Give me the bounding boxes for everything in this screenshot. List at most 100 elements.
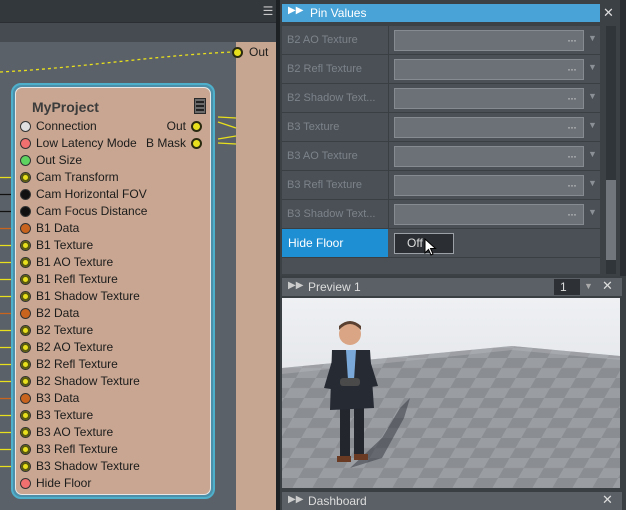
pin-label: B2 Texture [36, 323, 94, 337]
pin-label: B1 Texture [36, 238, 94, 252]
collapse-arrows-icon[interactable]: ▶▶ [288, 494, 303, 505]
output-pin[interactable]: B Mask [146, 135, 202, 152]
input-pin[interactable]: Cam Horizontal FOV [20, 186, 200, 203]
scrollbar-thumb[interactable] [606, 180, 616, 260]
pin-dot-icon[interactable] [191, 138, 202, 149]
pin-row-label: B2 AO Texture [287, 34, 358, 46]
connection-wire [217, 142, 237, 145]
input-pin[interactable]: B1 Texture [20, 237, 200, 254]
pin-dot-icon[interactable] [20, 461, 31, 472]
input-pin[interactable]: B3 Refl Texture [20, 441, 200, 458]
close-icon[interactable]: ✕ [603, 5, 614, 21]
texture-field[interactable]: ··· [394, 117, 584, 138]
pin-label: B1 AO Texture [36, 255, 114, 269]
pin-dot-icon[interactable] [20, 121, 31, 132]
pin-dot-icon[interactable] [20, 206, 31, 217]
input-pin[interactable]: B2 Texture [20, 322, 200, 339]
out-port-label: Out [249, 45, 269, 59]
pin-dot-icon[interactable] [20, 444, 31, 455]
input-pin[interactable]: B3 Texture [20, 407, 200, 424]
browse-icon[interactable]: ··· [567, 62, 577, 76]
pin-row-label[interactable]: Hide Floor [282, 229, 388, 257]
panel-edge [620, 0, 626, 276]
browse-icon[interactable]: ··· [567, 149, 577, 163]
texture-field[interactable]: ··· [394, 146, 584, 167]
pin-dot-icon[interactable] [20, 359, 31, 370]
texture-field[interactable]: ··· [394, 30, 584, 51]
close-icon[interactable]: ✕ [602, 278, 613, 294]
collapse-arrows-icon[interactable]: ▶▶ [288, 280, 303, 291]
close-icon[interactable]: ✕ [602, 492, 613, 508]
chevron-down-icon[interactable]: ▼ [584, 281, 593, 291]
texture-field[interactable]: ··· [394, 88, 584, 109]
input-pin[interactable]: B3 AO Texture [20, 424, 200, 441]
pin-value-row: B2 Shadow Text... ··· ▼ [282, 84, 600, 113]
browse-icon[interactable]: ··· [567, 33, 577, 47]
input-pin[interactable]: B3 Shadow Texture [20, 458, 200, 475]
pin-dot-icon[interactable] [20, 189, 31, 200]
browse-icon[interactable]: ··· [567, 207, 577, 221]
input-pin[interactable]: B1 Data [20, 220, 200, 237]
column-divider [388, 142, 389, 171]
input-pin[interactable]: B2 Refl Texture [20, 356, 200, 373]
input-pin[interactable]: B2 AO Texture [20, 339, 200, 356]
pin-label: B3 Data [36, 391, 80, 405]
chevron-down-icon[interactable]: ▼ [588, 91, 597, 101]
pin-dot-icon[interactable] [20, 155, 31, 166]
preview-viewport[interactable] [282, 298, 620, 488]
chevron-down-icon[interactable]: ▼ [588, 120, 597, 130]
node-graph-canvas[interactable]: ☰ Out MyProject Connection Low Latency Mo… [0, 0, 276, 510]
input-pin[interactable]: Cam Transform [20, 169, 200, 186]
input-pin[interactable]: B2 Shadow Texture [20, 373, 200, 390]
pin-dot-icon[interactable] [20, 342, 31, 353]
pin-dot-icon[interactable] [20, 393, 31, 404]
pin-dot-icon[interactable] [20, 172, 31, 183]
browse-icon[interactable]: ··· [567, 120, 577, 134]
browse-icon[interactable]: ··· [567, 178, 577, 192]
chevron-down-icon[interactable]: ▼ [588, 207, 597, 217]
node-menu-icon[interactable] [194, 98, 206, 114]
input-pin[interactable]: B1 Shadow Texture [20, 288, 200, 305]
input-pin[interactable]: Cam Focus Distance [20, 203, 200, 220]
pin-dot-icon[interactable] [20, 257, 31, 268]
input-pin[interactable]: Out Size [20, 152, 200, 169]
texture-field[interactable]: ··· [394, 175, 584, 196]
texture-field[interactable]: ··· [394, 59, 584, 80]
pin-dot-icon[interactable] [20, 376, 31, 387]
input-pin[interactable]: B2 Data [20, 305, 200, 322]
node-title: MyProject [32, 99, 99, 115]
pin-dot-icon[interactable] [20, 427, 31, 438]
input-pin[interactable]: Hide Floor [20, 475, 200, 492]
pin-label: Out Size [36, 153, 83, 167]
chevron-down-icon[interactable]: ▼ [588, 62, 597, 72]
pin-dot-icon[interactable] [20, 291, 31, 302]
input-pin[interactable]: B3 Data [20, 390, 200, 407]
pin-dot-icon[interactable] [191, 121, 202, 132]
connection-wire [217, 121, 237, 129]
output-pin[interactable]: Out [167, 118, 202, 135]
preview-index-select[interactable]: 1 [554, 279, 580, 295]
myproject-node[interactable]: MyProject Connection Low Latency Mode Out … [11, 83, 215, 499]
collapse-arrows-icon[interactable]: ▶▶ [288, 5, 303, 16]
pin-dot-icon[interactable] [20, 478, 31, 489]
pin-dot-icon[interactable] [20, 138, 31, 149]
pin-dot-icon[interactable] [20, 274, 31, 285]
input-pin[interactable]: B1 Refl Texture [20, 271, 200, 288]
pin-dot-icon[interactable] [20, 240, 31, 251]
pin-label: Connection [36, 119, 97, 133]
texture-field[interactable]: ··· [394, 204, 584, 225]
chevron-down-icon[interactable]: ▼ [588, 33, 597, 43]
panel-title: Dashboard [308, 494, 367, 508]
pin-dot-icon[interactable] [20, 223, 31, 234]
input-pin[interactable]: B1 AO Texture [20, 254, 200, 271]
pin-dot-icon[interactable] [20, 308, 31, 319]
panel-title: Preview 1 [308, 280, 361, 294]
pin-dot-icon[interactable] [20, 410, 31, 421]
pin-label: B2 Refl Texture [36, 357, 118, 371]
chevron-down-icon[interactable]: ▼ [588, 149, 597, 159]
chevron-down-icon[interactable]: ▼ [588, 178, 597, 188]
browse-icon[interactable]: ··· [567, 91, 577, 105]
pin-label: B3 Texture [36, 408, 94, 422]
pin-dot-icon[interactable] [20, 325, 31, 336]
out-port-dot[interactable] [232, 47, 243, 58]
